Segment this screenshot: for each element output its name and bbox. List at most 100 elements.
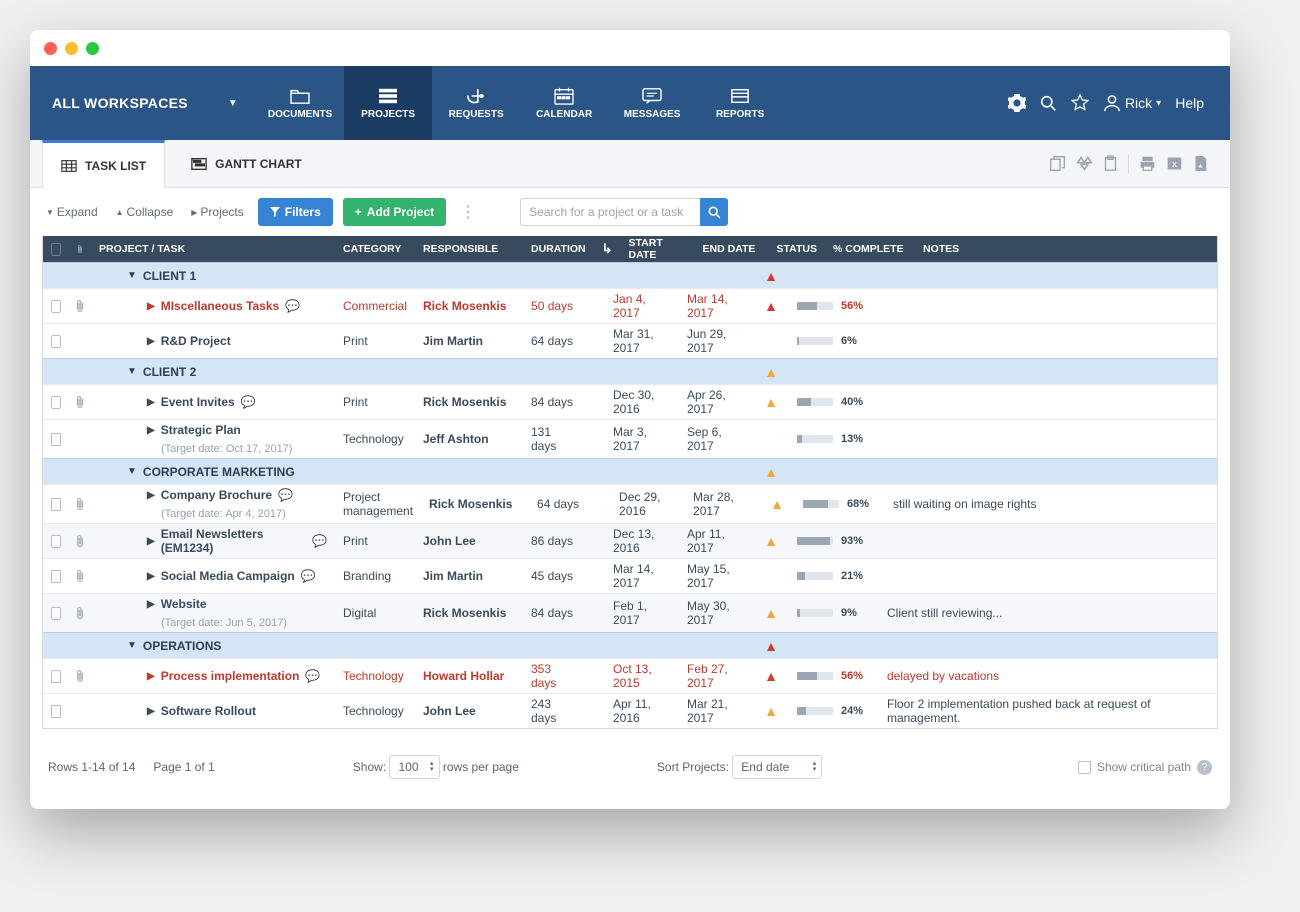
group-row[interactable]: ▼OPERATIONS ▲	[43, 632, 1217, 658]
gear-icon[interactable]	[1008, 94, 1026, 112]
minimize-dot[interactable]	[65, 42, 78, 55]
row-checkbox[interactable]	[51, 607, 61, 620]
col-header-responsible[interactable]: RESPONSIBLE	[415, 236, 523, 262]
task-row[interactable]: ▶ Event Invites 💬 Print Rick Mosenkis 84…	[43, 384, 1217, 419]
expand-icon[interactable]: ▶	[147, 425, 155, 436]
critical-path-checkbox[interactable]	[1078, 761, 1091, 774]
row-checkbox[interactable]	[51, 300, 61, 313]
nav-requests[interactable]: REQUESTS	[432, 66, 520, 140]
search-input[interactable]	[520, 198, 700, 226]
row-checkbox[interactable]	[51, 335, 61, 348]
attachment-icon[interactable]	[75, 669, 85, 683]
comment-icon[interactable]: 💬	[241, 395, 256, 409]
group-row[interactable]: ▼CORPORATE MARKETING ▲	[43, 458, 1217, 484]
expand-icon[interactable]: ▶	[147, 671, 155, 682]
help-icon[interactable]: ?	[1197, 760, 1212, 775]
col-header-duration[interactable]: DURATION	[523, 236, 594, 262]
filters-button[interactable]: Filters	[258, 198, 333, 226]
tab-task-list[interactable]: TASK LIST	[42, 140, 165, 188]
col-header-task[interactable]: PROJECT / TASK	[91, 236, 335, 262]
row-checkbox[interactable]	[51, 396, 61, 409]
nav-documents[interactable]: DOCUMENTS	[256, 66, 344, 140]
expand-icon[interactable]: ▶	[147, 397, 155, 408]
more-menu[interactable]: ⋮	[456, 202, 480, 222]
comment-icon[interactable]: 💬	[278, 488, 293, 502]
expand-icon[interactable]: ▶	[147, 599, 155, 610]
attachment-icon[interactable]	[75, 569, 85, 583]
print-icon[interactable]	[1139, 155, 1156, 172]
task-row[interactable]: ▶ MIscellaneous Tasks 💬 Commercial Rick …	[43, 288, 1217, 323]
critical-path-toggle[interactable]: Show critical path ?	[1078, 760, 1212, 775]
row-checkbox[interactable]	[51, 670, 61, 683]
task-row[interactable]: ▶ Software Rollout Technology John Lee 2…	[43, 693, 1217, 728]
rows-per-page-select[interactable]: 100	[389, 755, 439, 779]
row-checkbox[interactable]	[51, 433, 61, 446]
col-header-category[interactable]: CATEGORY	[335, 236, 415, 262]
attachment-icon[interactable]	[75, 299, 85, 313]
clipboard-icon[interactable]	[1103, 155, 1118, 172]
duration-cell: 84 days	[523, 385, 583, 419]
attachment-icon[interactable]	[75, 497, 85, 511]
comment-icon[interactable]: 💬	[301, 569, 316, 583]
collapse-icon[interactable]: ▼	[127, 640, 137, 651]
group-row[interactable]: ▼CLIENT 2 ▲	[43, 358, 1217, 384]
expand-all[interactable]: ▼Expand	[42, 205, 102, 219]
user-menu[interactable]: Rick ▾	[1103, 94, 1161, 112]
nav-calendar[interactable]: CALENDAR	[520, 66, 608, 140]
sort-select[interactable]: End date	[732, 755, 822, 779]
close-dot[interactable]	[44, 42, 57, 55]
maximize-dot[interactable]	[86, 42, 99, 55]
attachment-icon[interactable]	[75, 606, 85, 620]
row-checkbox[interactable]	[51, 535, 61, 548]
row-checkbox[interactable]	[51, 570, 61, 583]
nav-reports[interactable]: REPORTS	[696, 66, 784, 140]
task-row[interactable]: ▶ R&D Project Print Jim Martin 64 days M…	[43, 323, 1217, 358]
search-icon[interactable]	[1040, 95, 1057, 112]
expand-icon[interactable]: ▶	[147, 301, 155, 312]
recycle-icon[interactable]	[1076, 155, 1093, 172]
col-header-end[interactable]: END DATE	[695, 236, 769, 262]
expand-icon[interactable]: ▶	[147, 490, 155, 501]
collapse-all[interactable]: ▲Collapse	[112, 205, 178, 219]
expand-icon[interactable]: ▶	[147, 571, 155, 582]
comment-icon[interactable]: 💬	[285, 299, 300, 313]
nav-messages[interactable]: MESSAGES	[608, 66, 696, 140]
excel-icon[interactable]: X	[1166, 155, 1183, 172]
collapse-icon[interactable]: ▼	[127, 270, 137, 281]
expand-icon[interactable]: ▶	[147, 336, 155, 347]
row-checkbox[interactable]	[51, 705, 61, 718]
star-icon[interactable]	[1071, 94, 1089, 112]
task-row[interactable]: ▶ Email Newsletters (EM1234) 💬 Print Joh…	[43, 523, 1217, 558]
add-project-button[interactable]: + Add Project	[343, 198, 446, 226]
pdf-icon[interactable]: ▲	[1193, 155, 1208, 172]
comment-icon[interactable]: 💬	[305, 669, 320, 683]
projects-filter[interactable]: ▶Projects	[187, 205, 248, 219]
copy-icon[interactable]	[1049, 155, 1066, 172]
task-row[interactable]: ▶ Website (Target date: Jun 5, 2017) Dig…	[43, 593, 1217, 632]
workspace-selector[interactable]: ALL WORKSPACES ▼	[30, 66, 256, 140]
attachment-icon[interactable]	[75, 534, 85, 548]
col-header-status[interactable]: STATUS	[769, 236, 825, 262]
expand-icon[interactable]: ▶	[147, 536, 155, 547]
col-header-complete[interactable]: % COMPLETE	[825, 236, 915, 262]
row-checkbox[interactable]	[51, 498, 61, 511]
help-link[interactable]: Help	[1175, 95, 1204, 111]
collapse-icon[interactable]: ▼	[127, 366, 137, 377]
group-row[interactable]: ▼CLIENT 1 ▲	[43, 262, 1217, 288]
col-header-start[interactable]: START DATE	[621, 236, 695, 262]
comment-icon[interactable]: 💬	[312, 534, 327, 548]
responsible-cell: Rick Mosenkis	[415, 385, 523, 419]
task-row[interactable]: ▶ Strategic Plan (Target date: Oct 17, 2…	[43, 419, 1217, 458]
collapse-icon[interactable]: ▼	[127, 466, 137, 477]
col-header-notes[interactable]: NOTES	[915, 236, 1217, 262]
nav-projects[interactable]: PROJECTS	[344, 66, 432, 140]
attachment-icon[interactable]	[75, 395, 85, 409]
task-row[interactable]: ▶ Process implementation 💬 Technology Ho…	[43, 658, 1217, 693]
expand-icon[interactable]: ▶	[147, 706, 155, 717]
task-row[interactable]: ▶ Social Media Campaign 💬 Branding Jim M…	[43, 558, 1217, 593]
tab-gantt-chart[interactable]: GANTT CHART	[173, 140, 320, 188]
select-all-checkbox[interactable]	[51, 243, 61, 256]
end-cell: Apr 11, 2017	[679, 524, 753, 558]
task-row[interactable]: ▶ Company Brochure 💬 (Target date: Apr 4…	[43, 484, 1217, 523]
search-button[interactable]	[700, 198, 728, 226]
